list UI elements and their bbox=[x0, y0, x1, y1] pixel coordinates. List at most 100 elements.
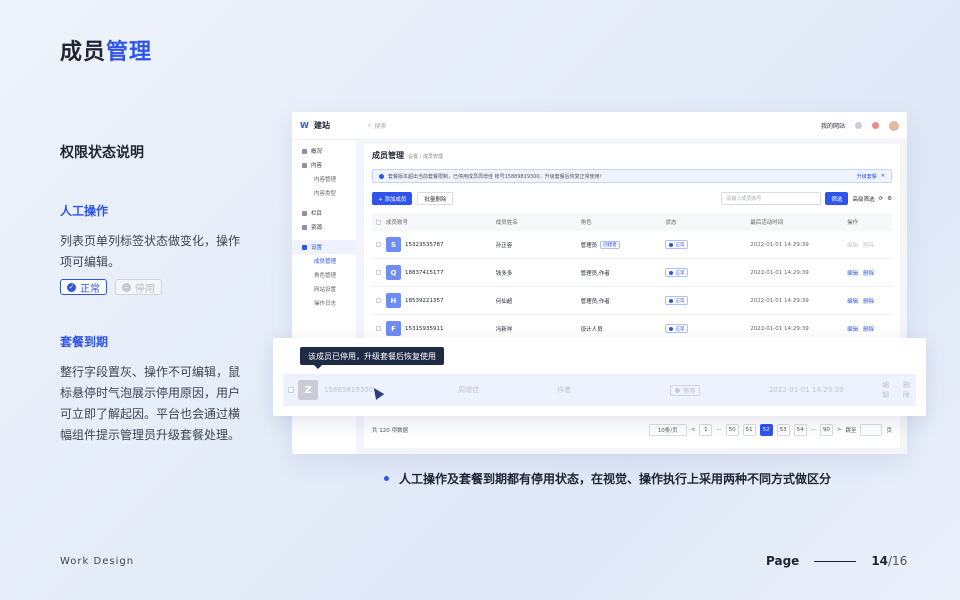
footer-brand: Work Design bbox=[60, 556, 135, 567]
status-cell: 正常 bbox=[665, 296, 750, 305]
batch-delete-button[interactable]: 批量删除 bbox=[417, 192, 454, 205]
page-title: 成员管理 bbox=[60, 34, 152, 66]
sidebar-item-10[interactable]: 操作日志 bbox=[292, 296, 356, 310]
member-name: 孙正容 bbox=[495, 242, 513, 249]
sidebar-item-label: 概况 bbox=[311, 149, 323, 155]
info-icon bbox=[379, 173, 384, 179]
status-tag-normal: ✓ 正常 bbox=[60, 279, 107, 295]
sidebar-item-1[interactable]: 内容 bbox=[292, 158, 356, 172]
sidebar-item-label: 网站设置 bbox=[314, 287, 337, 293]
page-button[interactable]: 1 bbox=[699, 424, 713, 436]
explanation-panel: 权限状态说明 人工操作 列表页单列标签状态做变化，操作项可编辑。 ✓ 正常 – 停用… bbox=[60, 142, 250, 446]
sidebar-item-2[interactable]: 内容管理 bbox=[292, 172, 356, 186]
column-header: 状态 bbox=[665, 220, 677, 226]
page-button[interactable]: 90 bbox=[819, 424, 833, 436]
sidebar-item-9[interactable]: 网站设置 bbox=[292, 282, 356, 296]
sidebar-item-5[interactable]: 资源 bbox=[292, 220, 356, 234]
account-cell: H 18539221357 bbox=[385, 293, 496, 308]
app-logo[interactable]: W 建站 bbox=[300, 120, 368, 131]
page-size-select[interactable]: 10条/页 bbox=[648, 424, 687, 436]
minus-icon: – bbox=[122, 282, 131, 292]
member-role: 作者 bbox=[557, 386, 572, 394]
page-button[interactable]: 50 bbox=[725, 424, 739, 436]
jump-unit: 页 bbox=[886, 428, 892, 434]
page-title-part-1: 成员 bbox=[60, 40, 107, 65]
add-member-button[interactable]: + 添加成员 bbox=[372, 192, 413, 205]
page-button[interactable]: 53 bbox=[776, 424, 790, 436]
member-role: 管理员,作者 bbox=[580, 298, 610, 305]
global-search[interactable]: ⌕ 搜索 bbox=[368, 121, 386, 131]
delete-link[interactable]: 删除 bbox=[863, 269, 874, 277]
page-ellipsis[interactable]: ··· bbox=[811, 427, 816, 433]
page-jump-input[interactable] bbox=[860, 424, 883, 436]
sidebar-item-label: 内容类型 bbox=[314, 191, 337, 197]
edit-link[interactable]: 编辑 bbox=[847, 269, 858, 277]
row-actions: 编辑 删除 bbox=[847, 325, 892, 333]
row-checkbox-cell bbox=[372, 242, 386, 247]
sidebar-item-8[interactable]: 角色管理 bbox=[292, 268, 356, 282]
advanced-filter-link[interactable]: 高级筛选 bbox=[852, 195, 874, 203]
sidebar-item-4[interactable]: 栏目 bbox=[292, 206, 356, 220]
sidebar-item-3[interactable]: 内容类型 bbox=[292, 186, 356, 200]
page-button[interactable]: 52 bbox=[759, 424, 773, 436]
row-actions: 编辑 删除 bbox=[882, 380, 916, 400]
page-button[interactable]: 54 bbox=[793, 424, 807, 436]
total-count: 共 120 项数据 bbox=[372, 428, 408, 434]
gear-icon[interactable]: ⚙ bbox=[887, 196, 892, 202]
upgrade-banner: 套餐版本超出当前套餐限制，已停用成员周增佳 账号15889819300，升级套餐… bbox=[372, 169, 892, 183]
member-account: 18539221357 bbox=[404, 297, 444, 304]
delete-link[interactable]: 删除 bbox=[863, 297, 874, 305]
close-icon[interactable]: ✕ bbox=[881, 173, 885, 179]
member-avatar: Q bbox=[385, 265, 401, 280]
search-icon: ⌕ bbox=[368, 121, 372, 129]
edit-link[interactable]: 编辑 bbox=[847, 297, 858, 305]
column-header: 成员账号 bbox=[385, 220, 408, 226]
member-name: 钱多多 bbox=[495, 270, 513, 277]
upgrade-link[interactable]: 升级套餐 bbox=[857, 173, 877, 180]
logo-text: 建站 bbox=[314, 121, 330, 130]
delete-link[interactable]: 删除 bbox=[863, 325, 874, 333]
disabled-row-callout: 该成员已停用，升级套餐后恢复使用 Z 15889819300 周增佳 作者 停用 … bbox=[273, 338, 926, 416]
sidebar-item-label: 角色管理 bbox=[314, 273, 337, 279]
edit-link[interactable]: 编辑 bbox=[847, 325, 858, 333]
table-header: 成员账号 成员姓名 角色 状态 最后活动时间 操作 bbox=[372, 213, 892, 231]
last-active-time: 2022-01-01 14:29:39 bbox=[750, 241, 809, 248]
role-cell: 设计人员 bbox=[581, 325, 666, 333]
check-icon bbox=[669, 298, 674, 303]
row-checkbox[interactable] bbox=[376, 242, 382, 247]
role-cell: 管理员,作者 bbox=[581, 297, 666, 305]
row-checkbox[interactable] bbox=[376, 270, 382, 275]
page-title-part-2: 管理 bbox=[106, 40, 153, 65]
row-checkbox[interactable] bbox=[376, 298, 382, 303]
sidebar-item-6[interactable]: 设置 bbox=[292, 240, 356, 254]
page-ellipsis[interactable]: ··· bbox=[716, 427, 721, 433]
row-checkbox[interactable] bbox=[376, 326, 382, 331]
member-search-input[interactable]: 请输入成员账号 bbox=[721, 192, 822, 205]
summary-note: 人工操作及套餐到期都有停用状态，在视觉、操作执行上采用两种不同方式做区分 bbox=[384, 470, 831, 487]
header-checkbox-cell bbox=[372, 219, 386, 225]
prev-page-icon[interactable]: < bbox=[691, 427, 696, 433]
select-all-checkbox[interactable] bbox=[376, 219, 382, 225]
row-checkbox-cell bbox=[372, 326, 386, 331]
bell-icon[interactable] bbox=[872, 122, 879, 129]
site-menu[interactable]: 我的网站 bbox=[821, 121, 845, 130]
member-role: 设计人员 bbox=[580, 326, 603, 333]
filter-button[interactable]: 筛选 bbox=[825, 192, 849, 205]
refresh-icon[interactable]: ⟳ bbox=[878, 196, 883, 202]
help-icon[interactable] bbox=[855, 122, 862, 129]
breadcrumb: 设置 / 成员管理 bbox=[408, 154, 443, 160]
row-checkbox-cell bbox=[372, 270, 386, 275]
member-account: 15323535787 bbox=[404, 241, 444, 248]
status-cell: 正常 bbox=[665, 324, 750, 333]
sidebar-item-7[interactable]: 成员管理 bbox=[292, 254, 356, 268]
expire-title: 套餐到期 bbox=[60, 335, 109, 349]
menu-icon bbox=[302, 210, 307, 216]
status-badge: 停用 bbox=[670, 384, 701, 396]
row-checkbox[interactable] bbox=[287, 387, 294, 393]
sidebar-item-0[interactable]: 概况 bbox=[292, 144, 356, 158]
page-button[interactable]: 51 bbox=[742, 424, 756, 436]
next-page-icon[interactable]: > bbox=[837, 427, 842, 433]
status-tag-disabled: – 停用 bbox=[115, 279, 162, 295]
user-avatar[interactable] bbox=[889, 120, 899, 131]
topbar-right: 我的网站 bbox=[821, 120, 899, 131]
